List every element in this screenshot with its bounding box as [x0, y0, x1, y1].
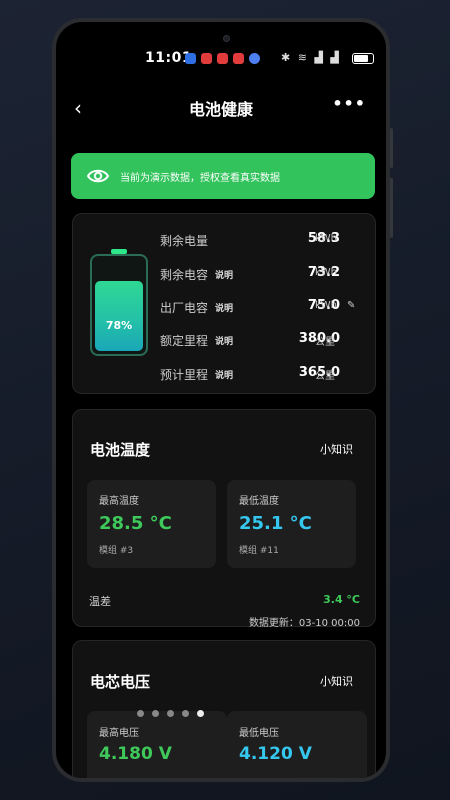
battery-icon [352, 53, 374, 64]
page-indicator[interactable] [137, 710, 204, 717]
notification-icon [185, 53, 196, 64]
row-label: 额定里程 [160, 334, 209, 348]
max-temperature-box: 最高温度 28.5 °C 模组 #3 [87, 480, 216, 568]
row-unit: kWh [315, 233, 338, 244]
explain-link[interactable]: 说明 [215, 301, 233, 314]
battery-temperature-card: 电池温度 小知识 最高温度 28.5 °C 模组 #3 最低温度 25.1 °C… [72, 409, 376, 629]
explain-link[interactable]: 说明 [215, 334, 233, 347]
row-unit: kWh [315, 267, 338, 278]
row-remaining-capacity: 剩余电容 说明 73.2 kWh [160, 264, 370, 284]
min-temp-module: 模组 #11 [239, 546, 279, 556]
row-label: 预计里程 [160, 368, 209, 382]
min-volt-label: 最低电压 [239, 728, 279, 739]
wifi-icon: ≋ [297, 51, 307, 64]
row-factory-capacity: 出厂电容 说明 75.0 kWh ✎ [160, 297, 370, 317]
banner-text: 当前为演示数据，授权查看真实数据 [120, 172, 280, 184]
row-unit: 公里 [315, 371, 335, 382]
notification-icon [201, 53, 212, 64]
min-temp-label: 最低温度 [239, 496, 279, 507]
max-temp-label: 最高温度 [99, 496, 139, 507]
phone-frame: 11:01 ✱ ≋ ▟ ▟ ‹ 电池健康 ••• 当前为演示数据，授权查看真实数… [52, 18, 393, 782]
max-voltage-box: 最高电压 4.180 V [87, 711, 227, 778]
row-unit: kWh [315, 300, 338, 311]
page-dot[interactable] [137, 710, 144, 717]
page-dot[interactable] [152, 710, 159, 717]
row-remaining-energy: 剩余电量 58.3 kWh [160, 230, 370, 250]
row-unit: 公里 [315, 337, 335, 348]
battery-fill: 78% [95, 280, 143, 351]
page-dot[interactable] [167, 710, 174, 717]
row-rated-range: 额定里程 说明 380.0 公里 [160, 330, 370, 350]
row-label: 剩余电量 [160, 234, 209, 248]
signal-icon: ▟ [330, 51, 339, 64]
front-camera [223, 35, 230, 42]
update-time: 数据更新：03-10 00:00 [248, 618, 360, 629]
min-volt-value: 4.120 V [239, 744, 312, 764]
row-label: 出厂电容 [160, 301, 209, 315]
max-volt-value: 4.180 V [99, 744, 172, 764]
row-estimated-range: 预计里程 说明 365.0 公里 [160, 364, 370, 384]
cell-voltage-card: 电芯电压 小知识 最高电压 4.180 V 最低电压 4.120 V [72, 640, 376, 778]
section-title: 电芯电压 [90, 673, 151, 691]
temp-diff-value: 3.4 °C [323, 593, 360, 606]
edit-icon[interactable]: ✎ [347, 300, 355, 311]
power-button [390, 178, 393, 238]
bluetooth-icon: ✱ [281, 51, 291, 64]
tips-link[interactable]: 小知识 [320, 441, 353, 457]
temp-diff-label: 温差 [89, 595, 111, 608]
demo-data-banner[interactable]: 当前为演示数据，授权查看真实数据 [71, 153, 375, 199]
eye-icon [86, 169, 110, 183]
section-title: 电池温度 [90, 441, 151, 459]
row-label: 剩余电容 [160, 268, 209, 282]
tips-link[interactable]: 小知识 [320, 673, 353, 689]
min-temp-value: 25.1 °C [239, 513, 312, 534]
min-voltage-box: 最低电压 4.120 V [227, 711, 367, 778]
volume-button [390, 128, 393, 168]
max-temp-value: 28.5 °C [99, 513, 172, 534]
signal-icon: ▟ [314, 51, 323, 64]
explain-link[interactable]: 说明 [215, 368, 233, 381]
battery-percent: 78% [105, 318, 133, 332]
max-temp-module: 模组 #3 [99, 546, 134, 556]
explain-link[interactable]: 说明 [215, 268, 233, 281]
status-icons: ✱ ≋ ▟ ▟ [281, 51, 343, 64]
notification-icon [233, 53, 244, 64]
battery-graphic: 78% [90, 254, 148, 356]
min-temperature-box: 最低温度 25.1 °C 模组 #11 [227, 480, 356, 568]
max-volt-label: 最高电压 [99, 728, 139, 739]
more-menu-button[interactable]: ••• [332, 94, 366, 113]
battery-summary-card: 78% 剩余电量 58.3 kWh 剩余电容 说明 73.2 kWh 出厂电容 … [72, 213, 376, 394]
page-dot[interactable] [197, 710, 204, 717]
page-dot[interactable] [182, 710, 189, 717]
notification-icon [217, 53, 228, 64]
screen: 11:01 ✱ ≋ ▟ ▟ ‹ 电池健康 ••• 当前为演示数据，授权查看真实数… [56, 22, 386, 778]
status-bar: 11:01 ✱ ≋ ▟ ▟ [56, 48, 386, 70]
notification-icon [249, 53, 260, 64]
